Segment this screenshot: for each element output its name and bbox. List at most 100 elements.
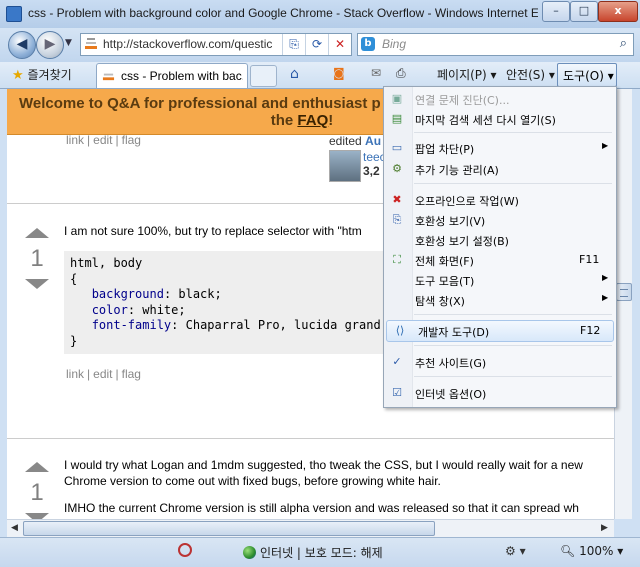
vote-down-button[interactable] — [25, 279, 49, 289]
edited-info: edited Au — [329, 134, 381, 148]
menu-item-compat-settings[interactable]: 호환성 보기 설정(B) — [384, 230, 616, 250]
scroll-right-icon[interactable]: ▶ — [601, 523, 608, 533]
edited-label: edited — [329, 134, 362, 148]
globe-icon — [243, 546, 256, 559]
code-property: color — [91, 302, 128, 317]
code-value: : white; — [127, 302, 186, 317]
security-zone[interactable]: 인터넷 | 보호 모드: 해제 — [243, 544, 383, 561]
vote-up-button[interactable] — [25, 228, 49, 238]
search-box[interactable]: b Bing ⌕ — [357, 33, 634, 56]
vote-count: 1 — [30, 245, 44, 272]
home-icon[interactable]: ⌂ — [290, 66, 299, 82]
compat-view-icon: ⎘ — [392, 213, 402, 226]
answer-link[interactable]: link — [66, 367, 84, 381]
forward-button[interactable]: ▶ — [36, 31, 64, 59]
code-property: background — [91, 287, 164, 301]
answer-menu: link | edit | flag — [66, 367, 141, 381]
code-line: { — [70, 271, 78, 286]
mail-icon[interactable]: ✉ — [371, 66, 381, 80]
work-offline-icon: ✖ — [392, 193, 402, 206]
faq-link[interactable]: FAQ — [297, 112, 328, 129]
zoom-level[interactable]: 🔍︎ 100% ▾ — [560, 544, 623, 558]
submenu-arrow-icon: ▶ — [602, 273, 609, 282]
menu-item-manage-addons[interactable]: ⚙ 추가 기능 관리(A) — [384, 159, 616, 179]
diagnose-icon: ▣ — [391, 92, 403, 105]
horizontal-scroll-thumb[interactable] — [23, 521, 435, 536]
print-icon[interactable]: ⎙ — [396, 66, 406, 81]
new-tab-button[interactable] — [250, 65, 277, 87]
favorites-label: 즐겨찾기 — [27, 68, 72, 82]
shortcut-label: F11 — [579, 253, 600, 266]
vote-up-button[interactable] — [25, 462, 49, 472]
code-line: html, body — [70, 256, 143, 270]
zoom-value: 100% — [579, 544, 614, 558]
edited-date-link[interactable]: Au — [365, 134, 381, 148]
answer-edit-link[interactable]: edit — [93, 367, 112, 381]
maximize-button[interactable]: □ — [570, 1, 598, 22]
code-value: : Chaparral Pro, lucida grand — [171, 318, 381, 332]
post-flag-link[interactable]: flag — [122, 133, 141, 147]
answer-text-line: Chrome version to come out with fixed bu… — [64, 474, 441, 488]
banner-suffix: ! — [328, 112, 334, 129]
answer-flag-link[interactable]: flag — [122, 367, 141, 381]
menu-item-reopen-session[interactable]: ▤ 마지막 검색 세션 다시 열기(S) — [384, 109, 616, 129]
vertical-scroll-thumb[interactable] — [616, 283, 632, 301]
menu-item-work-offline[interactable]: ✖ 오프라인으로 작업(W) — [384, 190, 616, 210]
reopen-session-icon: ▤ — [391, 112, 403, 125]
post-link[interactable]: link — [66, 133, 84, 147]
tools-dropdown-menu: ▣ 연결 문제 진단(C)... ▤ 마지막 검색 세션 다시 열기(S) ▭ … — [383, 86, 617, 408]
back-button[interactable]: ◀ — [8, 31, 36, 59]
post-menu: link | edit | flag — [66, 133, 141, 147]
answer-text-line: IMHO the current Chrome version is still… — [64, 501, 579, 515]
post-edit-link[interactable]: edit — [93, 133, 112, 147]
ie-logo-icon — [6, 6, 22, 22]
code-property: font-family — [91, 318, 172, 332]
menu-item-suggested-sites[interactable]: ✓ 추천 사이트(G) — [384, 352, 616, 372]
tab-bar: ★ 즐겨찾기 css - Problem with bac... ⌂ ◙ ✉ ⎙… — [0, 62, 640, 89]
submenu-arrow-icon: ▶ — [602, 141, 609, 150]
stop-icon[interactable]: ✕ — [328, 34, 351, 55]
menu-item-compat-view[interactable]: ⎘ 호환성 보기(V) — [384, 210, 616, 230]
address-bar[interactable]: http://stackoverflow.com/questic ⎘ ⟳ ✕ — [80, 33, 352, 56]
menu-item-full-screen[interactable]: ⛶ 전체 화면(F) F11 — [384, 250, 616, 270]
blocked-content-icon[interactable] — [178, 543, 192, 557]
tools-menu-button[interactable]: 도구(O) ▾ — [557, 63, 617, 87]
search-placeholder[interactable]: Bing — [382, 37, 406, 51]
popup-blocker-icon: ▭ — [391, 141, 403, 154]
code-value: : black; — [163, 287, 222, 301]
code-line: } — [70, 333, 78, 348]
checkmark-icon: ✓ — [392, 355, 402, 368]
internet-options-icon: ☑ — [392, 386, 402, 399]
address-url[interactable]: http://stackoverflow.com/questic — [103, 37, 273, 51]
avatar[interactable] — [329, 150, 361, 182]
minimize-button[interactable]: – — [542, 1, 570, 22]
compatibility-view-icon[interactable]: ⎘ — [282, 34, 305, 55]
shortcut-label: F12 — [580, 324, 601, 337]
favorites-star-icon: ★ — [12, 68, 24, 83]
close-button[interactable]: x — [598, 1, 638, 22]
menu-item-diagnose[interactable]: ▣ 연결 문제 진단(C)... — [384, 89, 616, 109]
menu-item-internet-options[interactable]: ☑ 인터넷 옵션(O) — [384, 383, 616, 403]
submenu-arrow-icon: ▶ — [602, 293, 609, 302]
horizontal-scrollbar[interactable]: ◀ ▶ — [7, 519, 614, 537]
vote-count: 1 — [30, 479, 44, 506]
zone-label: 인터넷 | 보호 모드: 해제 — [260, 546, 383, 560]
tools-menu-label: 도구(O) ▾ — [563, 69, 614, 83]
tab-active[interactable]: css - Problem with bac... — [96, 63, 248, 88]
banner-prefix: the — [270, 112, 298, 129]
refresh-icon[interactable]: ⟳ — [305, 34, 328, 55]
menu-item-popup-blocker[interactable]: ▭ 팝업 차단(P) ▶ — [384, 138, 616, 158]
protected-mode-icon[interactable]: ⚙ ▾ — [505, 544, 526, 558]
menu-item-developer-tools[interactable]: ⟨⟩ 개발자 도구(D) F12 — [386, 320, 614, 342]
tab-title: css - Problem with bac... — [121, 69, 243, 83]
favorites-button[interactable]: ★ 즐겨찾기 — [12, 66, 72, 83]
feeds-icon[interactable]: ◙ — [333, 66, 345, 80]
menu-item-toolbars[interactable]: 도구 모음(T) ▶ — [384, 270, 616, 290]
recent-pages-dropdown-icon[interactable]: ▼ — [65, 38, 72, 48]
safety-menu[interactable]: 안전(S) ▾ — [506, 66, 555, 83]
page-menu[interactable]: 페이지(P) ▾ — [437, 66, 497, 83]
page-favicon-icon — [85, 38, 97, 49]
menu-item-explorer-bars[interactable]: 탐색 창(X) ▶ — [384, 290, 616, 310]
scroll-left-icon[interactable]: ◀ — [11, 523, 18, 533]
search-icon[interactable]: ⌕ — [620, 36, 627, 51]
